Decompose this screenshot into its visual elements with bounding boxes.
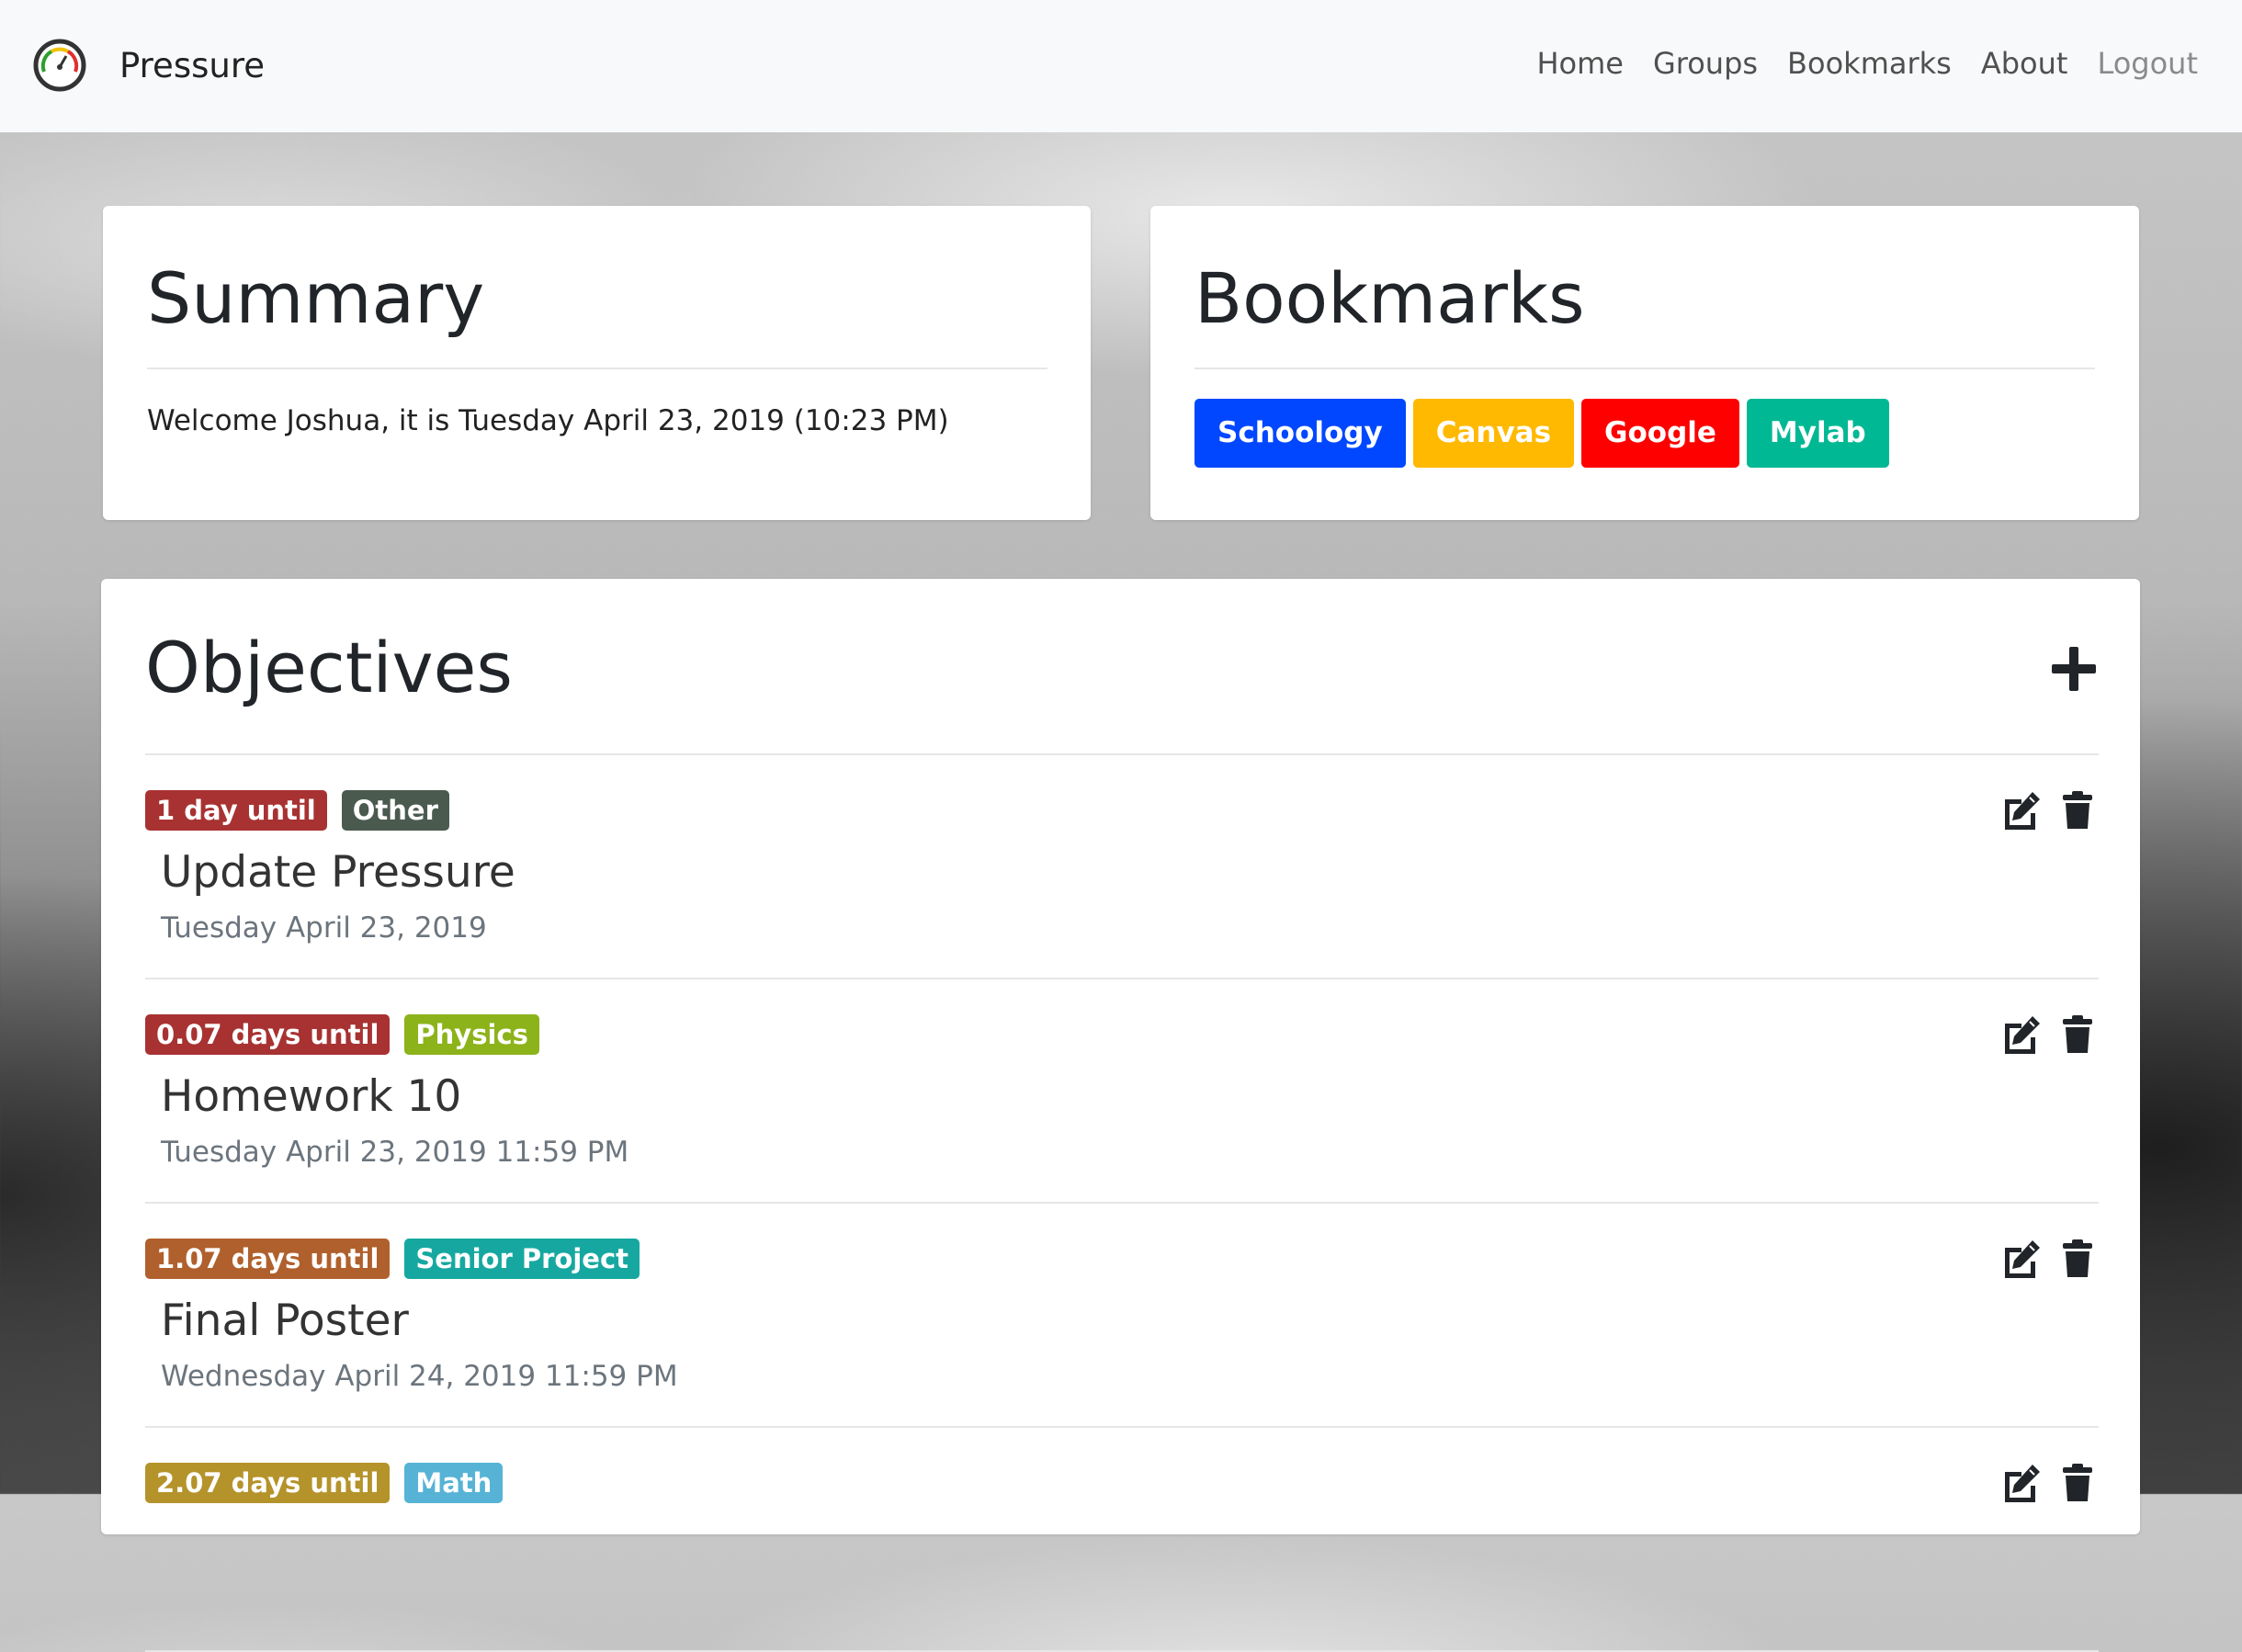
bookmarks-title: Bookmarks: [1195, 257, 1585, 339]
objective-actions: [1999, 1014, 2099, 1055]
nav-groups[interactable]: Groups: [1653, 46, 1758, 81]
group-badge: Math: [404, 1463, 504, 1503]
due-badge: 0.07 days until: [145, 1014, 391, 1055]
objective-item: 1 day until Other Update Pressure Tuesda…: [145, 755, 2099, 979]
due-badge: 1.07 days until: [145, 1239, 391, 1279]
due-badge: 2.07 days until: [145, 1463, 391, 1503]
objective-date: Wednesday April 24, 2019 11:59 PM: [161, 1360, 678, 1393]
group-badge: Other: [341, 790, 449, 831]
brand-name: Pressure: [119, 45, 265, 85]
brand[interactable]: Pressure: [31, 37, 265, 94]
bookmarks-card: Bookmarks Schoology Canvas Google Mylab: [1150, 206, 2139, 520]
nav-about[interactable]: About: [1981, 46, 2068, 81]
trash-icon[interactable]: [2056, 1463, 2099, 1503]
welcome-text: Welcome Joshua, it is Tuesday April 23, …: [147, 404, 949, 437]
navbar: Pressure Home Groups Bookmarks About Log…: [0, 0, 2242, 132]
objective-item: 0.07 days until Physics Homework 10 Tues…: [145, 979, 2099, 1204]
objective-title: Homework 10: [161, 1071, 462, 1122]
objective-badges: 1.07 days until Senior Project: [145, 1239, 640, 1279]
edit-icon[interactable]: [1999, 1463, 2042, 1503]
divider: [1195, 368, 2095, 369]
objectives-title: Objectives: [145, 627, 513, 708]
bookmark-schoology[interactable]: Schoology: [1195, 399, 1406, 468]
summary-title: Summary: [147, 257, 485, 339]
trash-icon[interactable]: [2056, 1014, 2099, 1055]
objective-actions: [1999, 1239, 2099, 1279]
edit-icon[interactable]: [1999, 1239, 2042, 1279]
trash-icon[interactable]: [2056, 790, 2099, 831]
objective-item: 2.07 days until Math: [145, 1428, 2099, 1652]
objective-actions: [1999, 1463, 2099, 1503]
due-badge: 1 day until: [145, 790, 327, 831]
summary-card: Summary Welcome Joshua, it is Tuesday Ap…: [103, 206, 1091, 520]
nav-logout[interactable]: Logout: [2097, 46, 2198, 81]
divider: [147, 368, 1047, 369]
bookmark-canvas[interactable]: Canvas: [1412, 399, 1575, 468]
bookmark-list: Schoology Canvas Google Mylab: [1195, 399, 1889, 468]
objective-badges: 1 day until Other: [145, 790, 449, 831]
objective-item: 1.07 days until Senior Project Final Pos…: [145, 1204, 2099, 1428]
edit-icon[interactable]: [1999, 1014, 2042, 1055]
nav-links: Home Groups Bookmarks About Logout: [1536, 46, 2198, 81]
objective-title: Update Pressure: [161, 847, 515, 898]
nav-bookmarks[interactable]: Bookmarks: [1787, 46, 1952, 81]
objective-badges: 0.07 days until Physics: [145, 1014, 539, 1055]
nav-home[interactable]: Home: [1536, 46, 1624, 81]
objective-date: Tuesday April 23, 2019: [161, 911, 487, 945]
group-badge: Physics: [404, 1014, 539, 1055]
bookmark-google[interactable]: Google: [1581, 399, 1739, 468]
edit-icon[interactable]: [1999, 790, 2042, 831]
objectives-card: Objectives 1 day until Other Update Pres…: [101, 579, 2140, 1652]
objective-title: Final Poster: [161, 1296, 409, 1346]
objective-badges: 2.07 days until Math: [145, 1463, 504, 1503]
plus-icon[interactable]: [2048, 643, 2100, 695]
objective-actions: [1999, 790, 2099, 831]
group-badge: Senior Project: [404, 1239, 640, 1279]
gauge-icon: [33, 39, 86, 92]
trash-icon[interactable]: [2056, 1239, 2099, 1279]
objective-date: Tuesday April 23, 2019 11:59 PM: [161, 1136, 629, 1169]
bookmark-mylab[interactable]: Mylab: [1746, 399, 1889, 468]
